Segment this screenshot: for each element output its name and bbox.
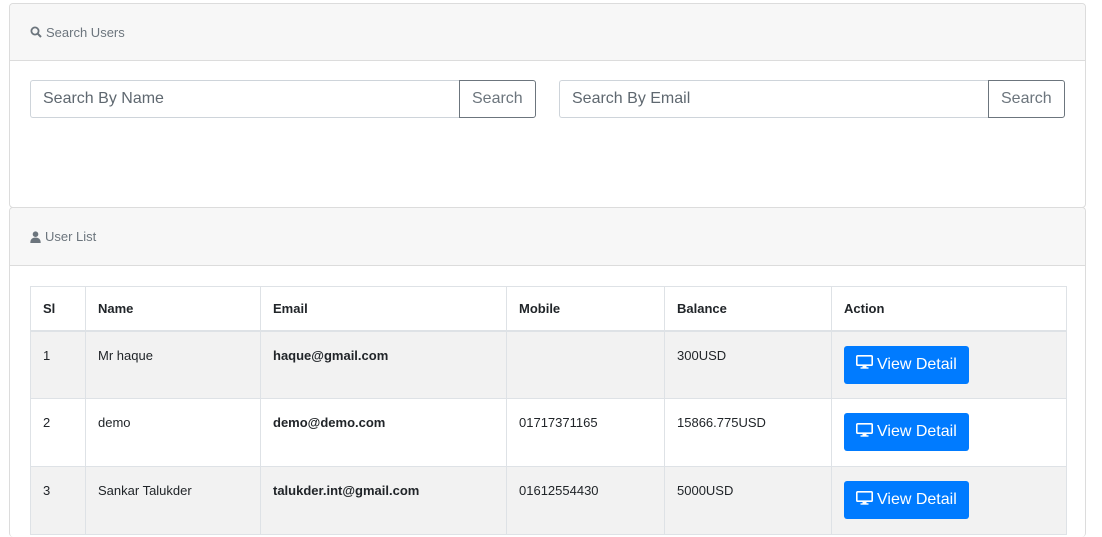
search-users-header: Search Users [10, 4, 1085, 61]
row-sl: 3 [30, 466, 86, 535]
search-icon [30, 26, 42, 38]
view-detail-button[interactable]: View Detail [844, 413, 969, 451]
table-row: 1 Mr haque haque@gmail.com 300USD View D… [30, 330, 1067, 399]
row-action: View Detail [831, 466, 1067, 535]
name-search-group: Search [30, 80, 536, 118]
column-header-action: Action [831, 286, 1067, 332]
row-sl: 1 [30, 330, 86, 399]
row-action: View Detail [831, 398, 1067, 467]
user-list-title: User List [45, 229, 97, 244]
row-name: Mr haque [85, 330, 261, 399]
row-email: demo@demo.com [260, 398, 507, 467]
table-row: 2 demo demo@demo.com 01717371165 15866.7… [30, 398, 1067, 467]
table-row: 3 Sankar Talukder talukder.int@gmail.com… [30, 466, 1067, 535]
row-mobile: 01717371165 [506, 398, 665, 467]
search-users-title: Search Users [46, 24, 125, 40]
user-list-header: User List [10, 208, 1085, 266]
user-table: Sl Name Email Mobile Balance Action 1 Mr… [30, 286, 1067, 535]
search-users-card: Search Users Search Search [9, 3, 1086, 208]
view-detail-label: View Detail [877, 355, 957, 373]
row-balance: 300USD [664, 330, 832, 399]
row-action: View Detail [831, 330, 1067, 399]
search-by-email-input[interactable] [559, 80, 988, 118]
view-detail-button[interactable]: View Detail [844, 345, 969, 384]
table-header-row: Sl Name Email Mobile Balance Action [30, 286, 1067, 332]
email-search-group: Search [559, 80, 1065, 118]
row-mobile: 01612554430 [506, 466, 665, 535]
column-header-sl: Sl [30, 286, 86, 332]
view-detail-label: View Detail [877, 423, 957, 440]
column-header-balance: Balance [664, 286, 832, 332]
column-header-mobile: Mobile [506, 286, 665, 332]
search-by-email-button[interactable]: Search [988, 80, 1065, 118]
monitor-icon [856, 422, 873, 442]
row-balance: 15866.775USD [664, 398, 832, 467]
row-name: demo [85, 398, 261, 467]
row-sl: 2 [30, 398, 86, 467]
monitor-icon [856, 490, 873, 510]
monitor-icon [856, 355, 873, 374]
view-detail-button[interactable]: View Detail [844, 481, 969, 519]
column-header-name: Name [85, 286, 261, 332]
row-email: haque@gmail.com [260, 330, 507, 399]
search-by-name-input[interactable] [30, 80, 459, 118]
row-name: Sankar Talukder [85, 466, 261, 535]
user-list-card: User List Sl Name Email Mobile Balance A… [9, 207, 1086, 537]
row-email: talukder.int@gmail.com [260, 466, 507, 535]
column-header-email: Email [260, 286, 507, 332]
row-mobile [506, 330, 665, 399]
search-by-name-button[interactable]: Search [459, 80, 536, 118]
row-balance: 5000USD [664, 466, 832, 535]
user-icon [30, 230, 41, 243]
view-detail-label: View Detail [877, 491, 957, 508]
